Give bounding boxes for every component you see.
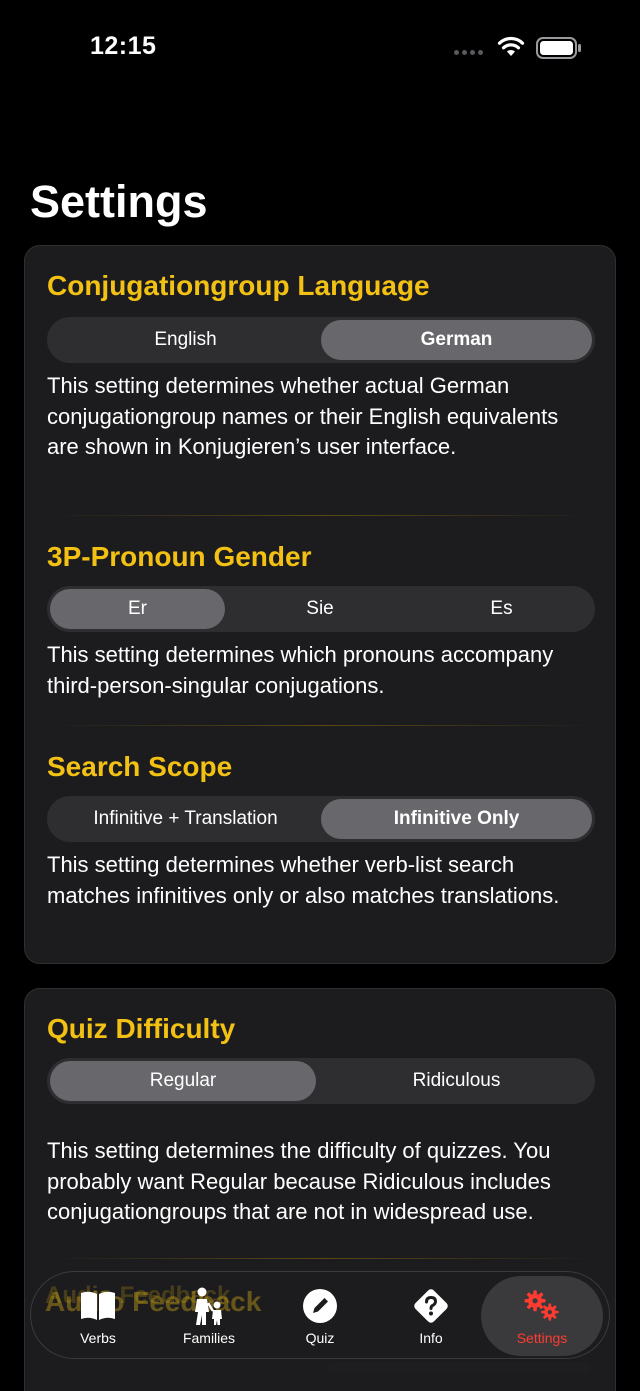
wifi-icon — [497, 36, 525, 56]
section-title: Conjugationgroup Language — [47, 270, 430, 301]
conjugation-language-selector[interactable]: English German — [47, 317, 595, 363]
cellular-signal-icon — [454, 50, 483, 55]
section-search-scope: Search Scope Infinitive + Translation In… — [47, 749, 595, 908]
search-scope-selector[interactable]: Infinitive + Translation Infinitive Only — [47, 796, 595, 842]
book-icon — [78, 1286, 118, 1326]
option-sie[interactable]: Sie — [229, 589, 411, 629]
divider — [47, 515, 595, 516]
option-infinitive-translation[interactable]: Infinitive + Translation — [50, 799, 321, 839]
tab-label: Families — [182, 1330, 236, 1346]
status-time: 12:15 — [90, 32, 157, 60]
gears-icon — [522, 1286, 562, 1326]
question-icon — [411, 1286, 451, 1326]
tab-label: Verbs — [80, 1330, 116, 1346]
option-es[interactable]: Es — [411, 589, 592, 629]
tab-info[interactable]: Info — [376, 1272, 486, 1358]
battery-icon — [536, 37, 581, 59]
section-conjugation-language: Conjugationgroup Language English German… — [47, 268, 595, 459]
tab-settings[interactable]: Settings — [481, 1276, 603, 1356]
divider — [47, 725, 595, 726]
tab-label: Settings — [516, 1330, 568, 1346]
divider — [47, 1258, 595, 1259]
section-pronoun-gender: 3P-Pronoun Gender Er Sie Es This setting… — [47, 539, 595, 698]
option-german[interactable]: German — [321, 320, 592, 360]
pronoun-gender-selector[interactable]: Er Sie Es — [47, 586, 595, 632]
option-regular[interactable]: Regular — [50, 1061, 316, 1101]
section-description: This setting determines which pronouns a… — [47, 642, 554, 698]
quiz-difficulty-selector[interactable]: Regular Ridiculous — [47, 1058, 595, 1104]
section-description: This setting determines whether actual G… — [47, 373, 559, 460]
tab-bar: Audio Feedback Audio Feedback Verbs Fami… — [30, 1271, 610, 1359]
tab-verbs[interactable]: Verbs — [43, 1272, 153, 1358]
tab-label: Info — [419, 1330, 443, 1346]
section-title: 3P-Pronoun Gender — [47, 541, 312, 572]
settings-card-display: Conjugationgroup Language English German… — [24, 245, 616, 964]
pencil-icon — [300, 1286, 340, 1326]
status-bar: 12:15 — [0, 0, 640, 96]
tab-families[interactable]: Families — [154, 1272, 264, 1358]
option-english[interactable]: English — [50, 320, 321, 360]
family-icon — [189, 1286, 229, 1326]
section-description: This setting determines the difficulty o… — [47, 1138, 551, 1225]
section-title: Search Scope — [47, 751, 233, 782]
tab-label: Quiz — [305, 1330, 335, 1346]
option-ridiculous[interactable]: Ridiculous — [321, 1061, 592, 1101]
option-infinitive-only[interactable]: Infinitive Only — [321, 799, 592, 839]
section-title: Quiz Difficulty — [47, 1013, 236, 1044]
section-description: This setting determines whether verb-lis… — [47, 852, 560, 908]
section-quiz-difficulty: Quiz Difficulty Regular Ridiculous This … — [47, 1011, 595, 1224]
tab-quiz[interactable]: Quiz — [265, 1272, 375, 1358]
page-title: Settings — [30, 176, 208, 227]
option-er[interactable]: Er — [50, 589, 225, 629]
partial-control-below-tabbar — [328, 1362, 590, 1372]
